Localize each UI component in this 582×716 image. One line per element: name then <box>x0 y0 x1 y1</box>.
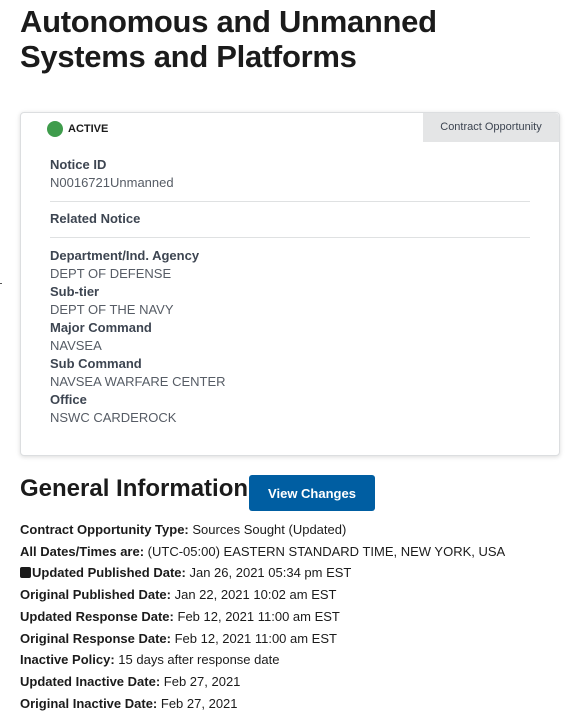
page-edge-mark <box>0 283 2 284</box>
info-row-original-published-date: Original Published Date: Jan 22, 2021 10… <box>20 584 580 606</box>
agency-hierarchy: Department/Ind. Agency DEPT OF DEFENSE S… <box>50 247 530 427</box>
info-value: Feb 27, 2021 <box>163 673 241 689</box>
opportunity-type-tag: Contract Opportunity <box>423 113 559 142</box>
info-value: Sources Sought (Updated) <box>192 522 347 537</box>
info-key: All Dates/Times are: <box>20 543 145 559</box>
notice-id-label: Notice ID <box>50 157 107 172</box>
related-notice-label: Related Notice <box>50 211 141 226</box>
divider <box>50 201 530 202</box>
notice-id-value: N0016721Unmanned <box>50 175 174 190</box>
subtier-label: Sub-tier <box>50 284 100 299</box>
general-information-list: Contract Opportunity Type: Sources Sough… <box>20 519 580 714</box>
info-key: Updated Inactive Date: <box>20 673 161 689</box>
department-label: Department/Ind. Agency <box>50 248 200 263</box>
updated-marker-icon <box>20 567 31 579</box>
status-label: ACTIVE <box>68 123 109 135</box>
related-notice-field: Related Notice <box>50 210 530 228</box>
info-row-inactive-policy: Inactive Policy: 15 days after response … <box>20 649 580 671</box>
page-title: Autonomous and Unmanned Systems and Plat… <box>20 4 437 74</box>
major-command-value: NAVSEA <box>50 338 102 353</box>
info-row-updated-inactive-date: Updated Inactive Date: Feb 27, 2021 <box>20 671 580 693</box>
info-key: Contract Opportunity Type: <box>20 522 189 537</box>
info-value: Feb 27, 2021 <box>160 695 238 711</box>
department-value: DEPT OF DEFENSE <box>50 266 172 281</box>
info-value: Feb 12, 2021 11:00 am EST <box>174 630 337 646</box>
subtier-value: DEPT OF THE NAVY <box>50 302 174 317</box>
notice-summary-card: ACTIVE Contract Opportunity Notice ID N0… <box>20 112 560 456</box>
info-value: Jan 26, 2021 05:34 pm EST <box>189 565 352 581</box>
sub-command-value: NAVSEA WARFARE CENTER <box>50 374 226 389</box>
info-row-original-response-date: Original Response Date: Feb 12, 2021 11:… <box>20 628 580 650</box>
info-value: Jan 22, 2021 10:02 am EST <box>174 587 337 603</box>
info-value: Feb 12, 2021 11:00 am EST <box>177 608 340 624</box>
info-value: 15 days after response date <box>118 652 280 668</box>
info-key: Inactive Policy: <box>20 652 115 668</box>
divider <box>50 237 530 238</box>
info-key: Original Published Date: <box>20 587 171 603</box>
info-row-updated-response-date: Updated Response Date: Feb 12, 2021 11:0… <box>20 606 580 628</box>
general-information-heading: General Information <box>20 475 249 502</box>
sub-command-label: Sub Command <box>50 356 142 371</box>
info-row-updated-published-date: Updated Published Date: Jan 26, 2021 05:… <box>20 562 580 584</box>
info-key: Updated Response Date: <box>20 608 174 624</box>
status-indicator: ACTIVE <box>47 121 108 137</box>
info-row-timezone: All Dates/Times are: (UTC-05:00) EASTERN… <box>20 541 580 563</box>
info-value: (UTC-05:00) EASTERN STANDARD TIME, NEW Y… <box>147 543 506 559</box>
active-status-icon <box>47 121 63 137</box>
office-label: Office <box>50 392 87 407</box>
view-changes-button[interactable]: View Changes <box>249 475 375 511</box>
info-key: Original Inactive Date: <box>20 695 158 711</box>
office-value: NSWC CARDEROCK <box>50 410 177 425</box>
info-row-opportunity-type: Contract Opportunity Type: Sources Sough… <box>20 519 580 541</box>
info-key: Original Response Date: <box>20 630 171 646</box>
info-row-original-inactive-date: Original Inactive Date: Feb 27, 2021 <box>20 693 580 715</box>
major-command-label: Major Command <box>50 320 152 335</box>
notice-id-field: Notice ID N0016721Unmanned <box>50 156 530 192</box>
info-key: Updated Published Date: <box>32 565 186 581</box>
